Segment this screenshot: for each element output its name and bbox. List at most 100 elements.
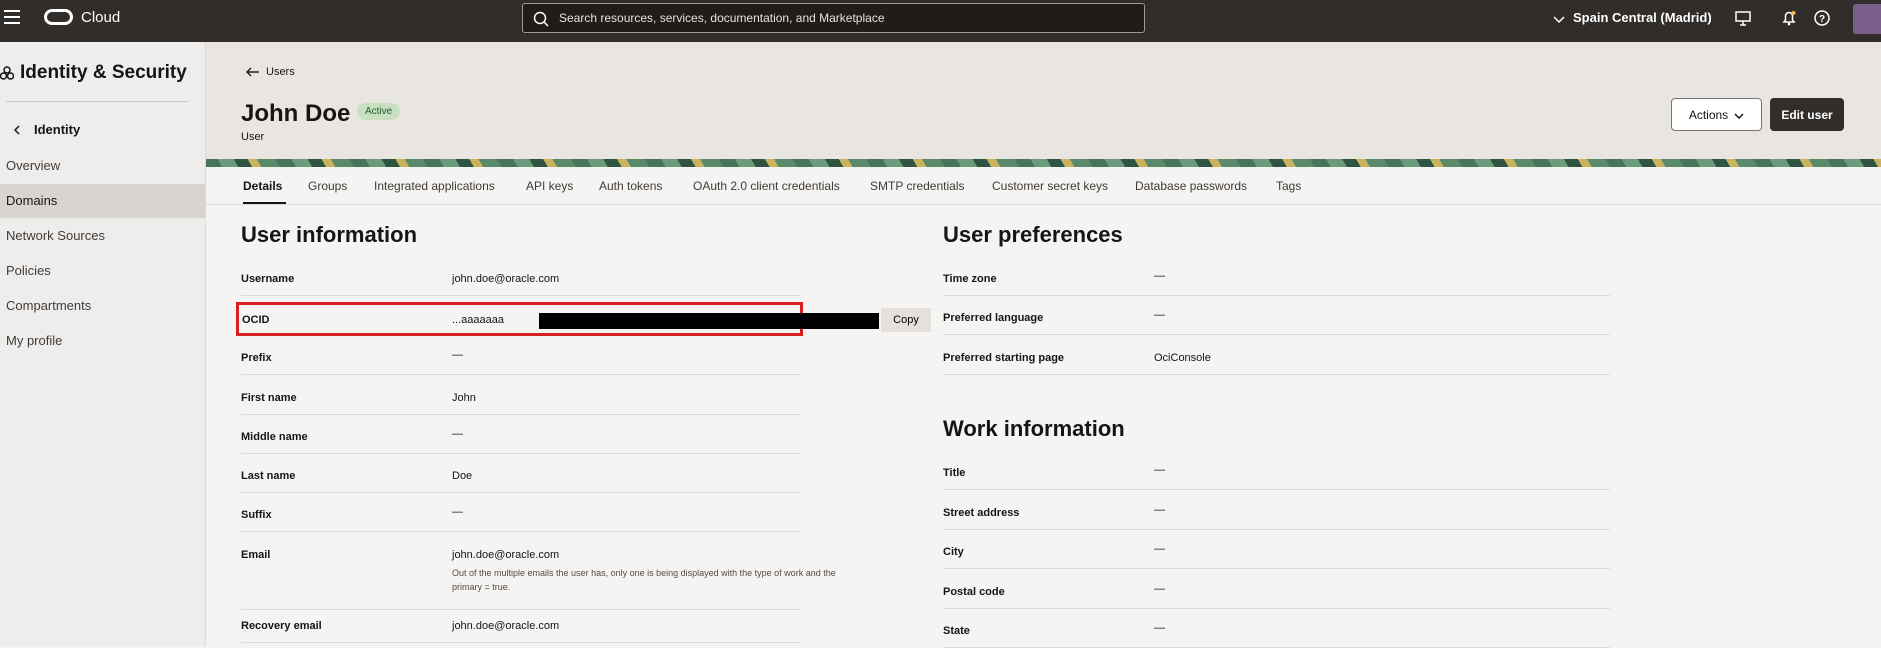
sidebar-item-network-sources[interactable]: Network Sources <box>0 219 206 253</box>
ocid-row-highlight: OCID ...aaaaaaa Copy <box>236 302 931 336</box>
cloud-shell-icon[interactable] <box>1734 9 1752 27</box>
actions-button[interactable]: Actions <box>1671 98 1762 131</box>
tab-tags[interactable]: Tags <box>1276 179 1301 193</box>
arrow-left-icon <box>246 67 259 77</box>
detail-value: — <box>452 506 463 518</box>
tab-integrated-applications[interactable]: Integrated applications <box>374 179 495 193</box>
brand-label[interactable]: Cloud <box>81 9 120 26</box>
sidebar-item-compartments[interactable]: Compartments <box>0 289 206 323</box>
detail-value: john.doe@oracle.com <box>452 273 560 285</box>
main-content: Users John Doe Active User Actions Edit … <box>206 42 1881 648</box>
detail-label: Preferred language <box>943 312 1044 324</box>
search-icon <box>533 11 549 27</box>
region-label: Spain Central (Madrid) <box>1573 10 1712 25</box>
page-title: John Doe <box>241 100 351 127</box>
sidebar-title-text: Identity & Security <box>20 62 187 83</box>
chevron-down-icon <box>1734 112 1744 119</box>
chevron-left-icon <box>13 125 20 135</box>
detail-value: — <box>1154 270 1165 282</box>
actions-label: Actions <box>1688 107 1729 122</box>
detail-label: Suffix <box>241 509 272 521</box>
detail-value: Doe <box>452 470 473 482</box>
work-row-postal-code: Postal code — <box>943 576 1610 609</box>
detail-value: — <box>1154 543 1165 555</box>
profile-avatar-icon[interactable] <box>1853 4 1881 34</box>
sidebar-back-link[interactable]: Identity <box>13 122 81 137</box>
detail-row-last-name: Last name Doe <box>241 460 801 493</box>
region-selector[interactable]: Spain Central (Madrid) <box>1553 10 1712 25</box>
sidebar-item-domains[interactable]: Domains <box>0 184 206 218</box>
detail-label: Preferred starting page <box>943 352 1065 364</box>
detail-label: Title <box>943 467 966 479</box>
tab-bar: Details Groups Integrated applications A… <box>206 167 1881 205</box>
detail-value: John <box>452 392 476 404</box>
detail-label: Last name <box>241 470 296 482</box>
copy-ocid-button[interactable]: Copy <box>881 308 931 332</box>
detail-label: Prefix <box>241 352 272 364</box>
detail-label: Street address <box>943 507 1020 519</box>
detail-label: Email <box>241 549 271 561</box>
detail-label: Time zone <box>943 273 997 285</box>
detail-row-username: Username john.doe@oracle.com <box>241 263 801 296</box>
oracle-logo[interactable] <box>44 9 73 25</box>
detail-row-middle-name: Middle name — <box>241 421 801 454</box>
detail-row-email: Email john.doe@oracle.com Out of the mul… <box>241 539 836 610</box>
detail-label: Username <box>241 273 295 285</box>
page-header: Users John Doe Active User Actions Edit … <box>206 42 1881 166</box>
svg-text:?: ? <box>1819 14 1825 25</box>
identity-icon <box>0 64 20 86</box>
tab-smtp-credentials[interactable]: SMTP credentials <box>870 179 964 193</box>
bell-icon[interactable] <box>1780 9 1798 27</box>
detail-label: Postal code <box>943 586 1005 598</box>
detail-value: — <box>1154 622 1165 634</box>
chevron-down-icon <box>1553 16 1565 24</box>
tab-details[interactable]: Details <box>243 179 282 193</box>
detail-value: OciConsole <box>1154 352 1211 364</box>
work-row-city: City — <box>943 536 1610 569</box>
detail-row-prefix: Prefix — <box>241 342 801 375</box>
detail-value: — <box>1154 504 1165 516</box>
detail-value: — <box>452 428 463 440</box>
detail-label: City <box>943 546 964 558</box>
detail-label: Middle name <box>241 431 308 443</box>
user-preferences-title: User preferences <box>943 222 1123 247</box>
tab-api-keys[interactable]: API keys <box>526 179 573 193</box>
search-bar[interactable] <box>522 3 1145 33</box>
help-icon[interactable]: ? <box>1813 9 1831 27</box>
ocid-value: ...aaaaaaa <box>452 314 504 326</box>
tab-auth-tokens[interactable]: Auth tokens <box>599 179 662 193</box>
work-row-title: Title — <box>943 457 1610 490</box>
tab-customer-secret-keys[interactable]: Customer secret keys <box>992 179 1108 193</box>
top-bar: Cloud Spain Central (Madrid) ? <box>0 0 1881 42</box>
work-row-street-address: Street address — <box>943 497 1610 530</box>
sidebar-back-label: Identity <box>34 122 81 137</box>
detail-row-recovery-email: Recovery email john.doe@oracle.com <box>241 610 801 643</box>
detail-value: — <box>1154 309 1165 321</box>
breadcrumb-label: Users <box>266 66 295 78</box>
pref-row-preferred-language: Preferred language — <box>943 302 1610 335</box>
tab-groups[interactable]: Groups <box>308 179 347 193</box>
detail-label: First name <box>241 392 297 404</box>
active-tab-indicator <box>243 202 286 204</box>
breadcrumb[interactable]: Users <box>246 66 295 78</box>
detail-value: — <box>1154 583 1165 595</box>
redacted-ocid <box>539 313 879 329</box>
detail-label: Recovery email <box>241 620 322 632</box>
user-information-title: User information <box>241 222 418 247</box>
edit-user-button[interactable]: Edit user <box>1770 98 1844 131</box>
menu-icon[interactable] <box>4 10 20 24</box>
sidebar-item-policies[interactable]: Policies <box>0 254 206 288</box>
detail-row-first-name: First name John <box>241 382 801 415</box>
sidebar-item-my-profile[interactable]: My profile <box>0 324 206 358</box>
tab-oauth-client-credentials[interactable]: OAuth 2.0 client credentials <box>693 179 840 193</box>
search-input[interactable] <box>559 4 1129 32</box>
detail-value: — <box>1154 464 1165 476</box>
email-note: Out of the multiple emails the user has,… <box>452 568 836 592</box>
sidebar-divider <box>6 101 189 102</box>
sidebar-item-overview[interactable]: Overview <box>0 149 206 183</box>
decorative-banner <box>206 159 1881 167</box>
pref-row-time-zone: Time zone — <box>943 263 1610 296</box>
detail-label: State <box>943 625 970 637</box>
ocid-label: OCID <box>242 314 270 326</box>
tab-database-passwords[interactable]: Database passwords <box>1135 179 1247 193</box>
